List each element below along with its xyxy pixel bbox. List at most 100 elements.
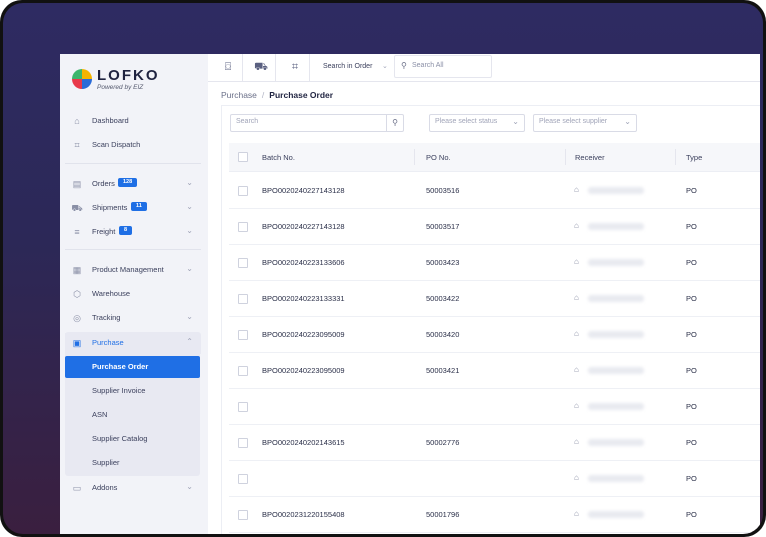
table-row[interactable]: BPO0020240202143615 50002776 ⌂ PO (229, 424, 760, 461)
receiver-cell-redacted (588, 223, 644, 230)
batch-no-cell: BPO0020240227143128 (262, 186, 345, 195)
batch-no-cell: BPO0020240223133606 (262, 258, 345, 267)
orders-count-badge: 128 (118, 178, 138, 187)
order-bag-icon[interactable]: ⌼ (221, 60, 235, 74)
sidebar-subitem-asn[interactable]: ASN (65, 404, 200, 426)
truck-icon[interactable]: ⛟ (254, 60, 268, 74)
inbox-icon: ▭ (72, 483, 82, 493)
table-row[interactable]: ⌂ PO (229, 460, 760, 497)
row-checkbox[interactable] (238, 186, 248, 196)
table-row[interactable]: BPO0020240227143128 50003516 ⌂ PO (229, 172, 760, 209)
sidebar-item-warehouse[interactable]: ⬡ Warehouse (65, 283, 201, 305)
row-checkbox[interactable] (238, 366, 248, 376)
po-no-cell[interactable]: 50003423 (426, 258, 459, 267)
sidebar-item-label: Dashboard (92, 116, 129, 125)
sidebar-item-shipments[interactable]: ⛟ Shipments 11 ⌄ (65, 197, 201, 219)
sidebar-item-dashboard[interactable]: ⌂ Dashboard (65, 110, 201, 132)
select-all-checkbox[interactable] (238, 152, 248, 162)
table-search-input[interactable]: Search ⚲ (230, 114, 404, 132)
sidebar-subitem-supplier-invoice[interactable]: Supplier Invoice (65, 380, 200, 402)
row-checkbox[interactable] (238, 258, 248, 268)
chevron-down-icon: ⌄ (186, 482, 193, 491)
top-toolbar: ⌼ ⛟ ⌗ Search in Order ⌄ ⚲ Search All (208, 54, 760, 82)
search-scope-select[interactable]: Search in Order (323, 63, 372, 70)
toolbar-divider (309, 54, 310, 81)
chevron-down-icon: ⌄ (186, 226, 193, 235)
sidebar-item-purchase[interactable]: ▣ Purchase ⌃ (65, 332, 201, 354)
sidebar-subitem-supplier-catalog[interactable]: Supplier Catalog (65, 428, 200, 450)
table-row[interactable]: BPO0020240223095009 50003421 ⌂ PO (229, 352, 760, 389)
sidebar-item-addons[interactable]: ▭ Addons ⌄ (65, 477, 201, 499)
breadcrumb-parent[interactable]: Purchase (221, 90, 257, 100)
table-row[interactable]: BPO0020240223133606 50003423 ⌂ PO (229, 244, 760, 281)
receiver-cell-redacted (588, 403, 644, 410)
search-button[interactable]: ⚲ (386, 115, 403, 131)
row-checkbox[interactable] (238, 474, 248, 484)
column-header-batch[interactable]: Batch No. (262, 153, 295, 162)
receiver-cell-redacted (588, 439, 644, 446)
supplier-select[interactable]: Please select supplier ⌄ (533, 114, 637, 132)
batch-no-cell: BPO0020240223133331 (262, 294, 345, 303)
column-header-po[interactable]: PO No. (426, 153, 451, 162)
brand-name: LOFKO (97, 67, 160, 84)
search-placeholder: Search (236, 118, 259, 125)
po-no-cell[interactable]: 50003517 (426, 222, 459, 231)
table-row[interactable]: ⌂ PO (229, 388, 760, 425)
table-row[interactable]: BPO0020240223133331 50003422 ⌂ PO (229, 280, 760, 317)
row-checkbox[interactable] (238, 330, 248, 340)
type-cell: PO (686, 510, 697, 519)
type-cell: PO (686, 402, 697, 411)
po-no-cell[interactable]: 50003421 (426, 366, 459, 375)
receiver-cell-redacted (588, 295, 644, 302)
status-select[interactable]: Please select status ⌄ (429, 114, 525, 132)
table-row[interactable]: BPO0020240227143128 50003517 ⌂ PO (229, 208, 760, 245)
column-divider (565, 149, 566, 165)
global-search-input[interactable]: ⚲ Search All (394, 55, 492, 78)
sidebar-item-label: Freight (92, 227, 116, 236)
table-header: Batch No. PO No. Receiver Type (229, 143, 760, 172)
type-cell: PO (686, 366, 697, 375)
sidebar-item-freight[interactable]: ≡ Freight 8 ⌄ (65, 221, 201, 243)
breadcrumb-separator: / (261, 90, 265, 100)
home-icon: ⌂ (574, 293, 579, 302)
table-row[interactable]: BPO0020240223095009 50003420 ⌂ PO (229, 316, 760, 353)
column-header-type[interactable]: Type (686, 153, 702, 162)
column-header-receiver[interactable]: Receiver (575, 153, 605, 162)
row-checkbox[interactable] (238, 510, 248, 520)
sidebar-item-tracking[interactable]: ◎ Tracking ⌄ (65, 307, 201, 329)
scan-icon[interactable]: ⌗ (288, 60, 302, 74)
toolbar-divider (275, 54, 276, 81)
column-divider (675, 149, 676, 165)
sidebar-item-label: Shipments (92, 203, 128, 212)
po-no-cell[interactable]: 50001796 (426, 510, 459, 519)
shipments-count-badge: 11 (131, 202, 147, 211)
chevron-down-icon: ⌄ (186, 202, 193, 211)
type-cell: PO (686, 438, 697, 447)
chevron-down-icon: ⌄ (512, 117, 519, 126)
batch-no-cell: BPO0020240227143128 (262, 222, 345, 231)
po-no-cell[interactable]: 50003516 (426, 186, 459, 195)
sidebar-item-product-management[interactable]: ▦ Product Management ⌄ (65, 259, 201, 281)
sidebar-subitem-label: Purchase Order (92, 362, 149, 371)
po-no-cell[interactable]: 50003420 (426, 330, 459, 339)
sidebar-subitem-label: Supplier Invoice (92, 386, 146, 395)
sidebar-item-label: Tracking (92, 313, 121, 322)
row-checkbox[interactable] (238, 438, 248, 448)
search-icon: ⚲ (401, 61, 407, 70)
row-checkbox[interactable] (238, 402, 248, 412)
type-cell: PO (686, 222, 697, 231)
screen-bezel: LOFKO Powered by EIZ ⌂ Dashboard ⌗ Scan … (3, 3, 763, 534)
sidebar-item-scan-dispatch[interactable]: ⌗ Scan Dispatch (65, 134, 201, 156)
receiver-cell-redacted (588, 367, 644, 374)
supplier-placeholder: Please select supplier (539, 118, 608, 125)
row-checkbox[interactable] (238, 222, 248, 232)
sidebar-subitem-purchase-order[interactable]: Purchase Order (65, 356, 200, 378)
row-checkbox[interactable] (238, 294, 248, 304)
po-no-cell[interactable]: 50003422 (426, 294, 459, 303)
sidebar-item-orders[interactable]: ▤ Orders 128 ⌄ (65, 173, 201, 195)
table-row[interactable]: BPO0020231220155408 50001796 ⌂ PO (229, 496, 760, 533)
po-no-cell[interactable]: 50002776 (426, 438, 459, 447)
home-icon: ⌂ (74, 116, 80, 126)
sidebar-subitem-supplier[interactable]: Supplier (65, 452, 200, 474)
home-icon: ⌂ (574, 509, 579, 518)
